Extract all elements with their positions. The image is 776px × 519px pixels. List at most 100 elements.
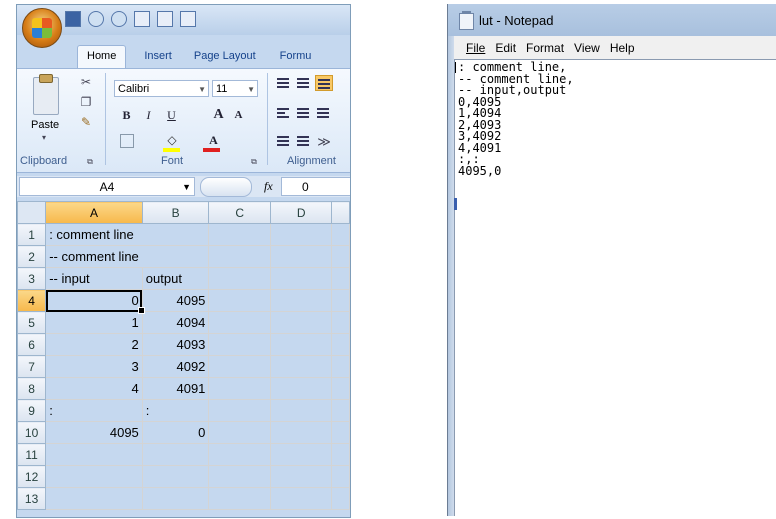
- cell-e7[interactable]: [331, 355, 350, 378]
- cell-b2[interactable]: [141, 245, 210, 268]
- grow-font-button[interactable]: A: [209, 106, 228, 124]
- cell-e9[interactable]: [331, 399, 350, 422]
- align-middle-icon[interactable]: [295, 77, 311, 91]
- increase-indent-icon[interactable]: [295, 135, 311, 149]
- cell-b3[interactable]: output: [141, 267, 210, 290]
- cell-e13[interactable]: [331, 487, 350, 510]
- cell-c5[interactable]: [208, 311, 271, 334]
- cell-c12[interactable]: [208, 465, 271, 488]
- cell-e6[interactable]: [331, 333, 350, 356]
- tab-home[interactable]: Home: [77, 45, 127, 68]
- cell-a4-active[interactable]: 0: [45, 289, 145, 315]
- column-header-d[interactable]: D: [269, 201, 333, 224]
- row-header[interactable]: 4: [17, 289, 47, 312]
- cell-b12[interactable]: [141, 465, 210, 488]
- row-header[interactable]: 11: [17, 443, 47, 466]
- font-size-box[interactable]: 11 ▼: [212, 80, 258, 97]
- formula-expand-control[interactable]: [200, 177, 252, 197]
- insert-function-icon[interactable]: fx: [264, 177, 273, 196]
- chevron-down-icon[interactable]: ▼: [182, 178, 191, 197]
- text-orientation-icon[interactable]: ≫: [317, 135, 331, 149]
- cell-e8[interactable]: [331, 377, 350, 400]
- italic-button[interactable]: I: [139, 106, 158, 124]
- cell-b6[interactable]: 4093: [141, 333, 210, 356]
- cell-b9[interactable]: :: [141, 399, 210, 422]
- clipboard-launcher-icon[interactable]: ⧉: [83, 155, 97, 169]
- cell-a1[interactable]: : comment line: [45, 223, 143, 246]
- row-header[interactable]: 1: [17, 223, 47, 246]
- align-left-icon[interactable]: [275, 107, 291, 121]
- underline-button[interactable]: U: [162, 106, 181, 124]
- cell-a13[interactable]: [45, 487, 143, 510]
- tab-page-layout[interactable]: Page Layout: [194, 48, 256, 68]
- cell-c4[interactable]: [208, 289, 271, 312]
- copy-icon[interactable]: ❐: [79, 95, 93, 109]
- cell-b10[interactable]: 0: [141, 421, 210, 444]
- cell-d1[interactable]: [269, 223, 333, 246]
- cell-b13[interactable]: [141, 487, 210, 510]
- save-icon[interactable]: [65, 11, 81, 27]
- column-header-b[interactable]: B: [141, 201, 210, 224]
- cell-d6[interactable]: [269, 333, 333, 356]
- paste-icon[interactable]: [33, 74, 59, 115]
- name-box[interactable]: A4 ▼: [19, 177, 195, 196]
- row-header[interactable]: 13: [17, 487, 47, 510]
- tab-insert[interactable]: Insert: [144, 48, 172, 68]
- align-top-icon[interactable]: [275, 77, 291, 91]
- cell-d4[interactable]: [269, 289, 333, 312]
- cell-d3[interactable]: [269, 267, 333, 290]
- redo-icon[interactable]: [111, 11, 127, 27]
- cell-a8[interactable]: 4: [45, 377, 143, 400]
- cell-b7[interactable]: 4092: [141, 355, 210, 378]
- row-header[interactable]: 10: [17, 421, 47, 444]
- cell-c10[interactable]: [208, 421, 271, 444]
- align-center-icon[interactable]: [295, 107, 311, 121]
- menu-format[interactable]: Format: [526, 36, 564, 60]
- select-all-corner[interactable]: [17, 201, 47, 224]
- cell-b11[interactable]: [141, 443, 210, 466]
- row-header[interactable]: 9: [17, 399, 47, 422]
- cell-c9[interactable]: [208, 399, 271, 422]
- formula-input[interactable]: 0: [281, 177, 350, 196]
- borders-icon[interactable]: [120, 134, 134, 148]
- cell-a12[interactable]: [45, 465, 143, 488]
- shrink-font-button[interactable]: A: [229, 106, 248, 124]
- cell-e4[interactable]: [331, 289, 350, 312]
- row-header[interactable]: 2: [17, 245, 47, 268]
- column-header-c[interactable]: C: [208, 201, 271, 224]
- row-header[interactable]: 12: [17, 465, 47, 488]
- format-painter-icon[interactable]: ✎: [79, 115, 93, 129]
- cell-e10[interactable]: [331, 421, 350, 444]
- cell-c13[interactable]: [208, 487, 271, 510]
- cut-icon[interactable]: ✂: [79, 75, 93, 89]
- cell-c1[interactable]: [208, 223, 271, 246]
- cell-d11[interactable]: [269, 443, 333, 466]
- decrease-indent-icon[interactable]: [275, 135, 291, 149]
- cell-d8[interactable]: [269, 377, 333, 400]
- cell-e1[interactable]: [331, 223, 350, 246]
- paste-button-label[interactable]: Paste: [31, 119, 59, 131]
- cell-d9[interactable]: [269, 399, 333, 422]
- cell-d5[interactable]: [269, 311, 333, 334]
- cell-a7[interactable]: 3: [45, 355, 143, 378]
- cell-a10[interactable]: 4095: [45, 421, 143, 444]
- font-name-box[interactable]: Calibri ▼: [114, 80, 209, 97]
- office-button[interactable]: [22, 8, 62, 48]
- cell-b4[interactable]: 4095: [141, 289, 210, 312]
- font-color-button[interactable]: A: [204, 131, 223, 149]
- filter-icon[interactable]: [157, 11, 173, 27]
- cell-a5[interactable]: 1: [45, 311, 143, 334]
- cell-c7[interactable]: [208, 355, 271, 378]
- row-header[interactable]: 7: [17, 355, 47, 378]
- cell-c3[interactable]: [208, 267, 271, 290]
- cell-b5[interactable]: 4094: [141, 311, 210, 334]
- cell-a2[interactable]: -- comment line: [45, 245, 143, 268]
- row-header[interactable]: 8: [17, 377, 47, 400]
- bold-button[interactable]: B: [117, 106, 136, 124]
- menu-help[interactable]: Help: [610, 36, 635, 60]
- tab-formulas[interactable]: Formu: [280, 48, 312, 68]
- menu-edit[interactable]: Edit: [495, 36, 516, 60]
- cell-c6[interactable]: [208, 333, 271, 356]
- align-right-icon[interactable]: [315, 107, 331, 121]
- text-editor[interactable]: : comment line, -- comment line, -- inpu…: [454, 59, 776, 516]
